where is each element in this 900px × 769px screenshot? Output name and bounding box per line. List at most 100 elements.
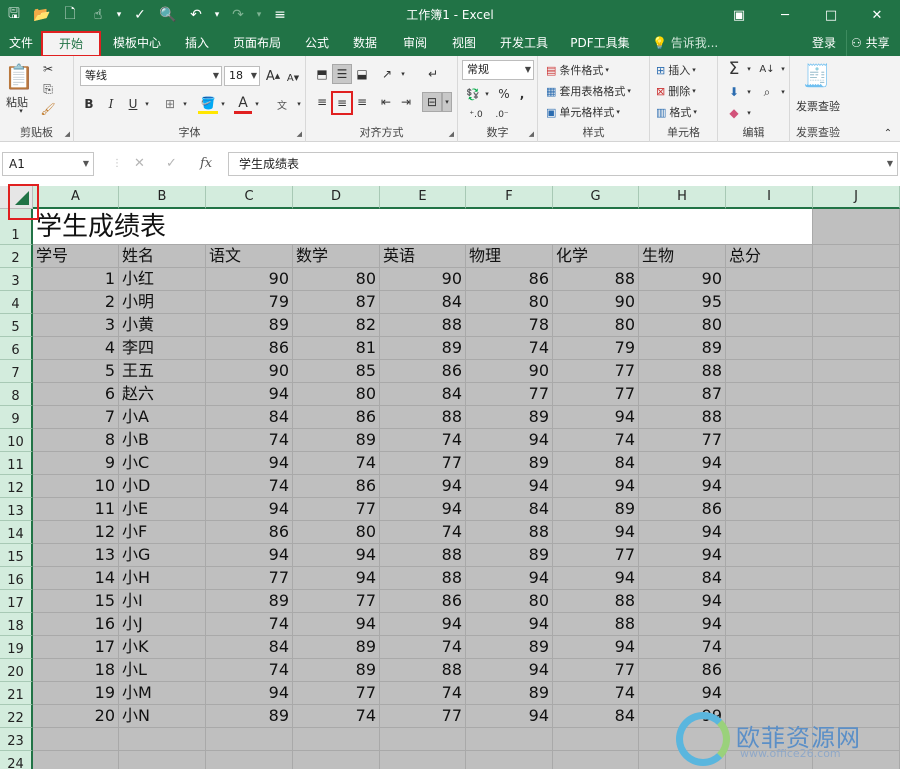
table-cell[interactable]: 94 [639,452,726,475]
cell[interactable] [33,751,119,769]
phonetic-icon[interactable]: 文 [270,94,294,114]
tab-pdf-tools[interactable]: PDF工具集 [566,30,634,56]
cancel-icon[interactable]: ✕ [134,156,145,171]
cell[interactable] [813,452,900,475]
increase-decimal-icon[interactable]: ⁺.0 [464,106,488,124]
table-cell[interactable]: 90 [380,268,466,291]
table-cell[interactable]: 89 [466,452,553,475]
table-cell[interactable]: 77 [206,567,293,590]
font-color-dropdown-icon[interactable]: ▾ [252,94,262,114]
table-cell[interactable]: 77 [553,383,639,406]
table-cell[interactable]: 77 [380,705,466,728]
row-header-19[interactable]: 19 [0,636,33,659]
cell[interactable] [813,314,900,337]
table-cell[interactable]: 王五 [119,360,206,383]
underline-button[interactable]: U [124,94,142,114]
wrap-text-icon[interactable]: ↵ [422,64,444,84]
cell[interactable] [813,613,900,636]
merge-dropdown-icon[interactable]: ▾ [442,92,452,112]
table-cell[interactable]: 88 [639,406,726,429]
table-cell[interactable]: 88 [553,590,639,613]
fill-dropdown-icon[interactable]: ▾ [744,82,754,102]
table-cell[interactable]: 89 [206,590,293,613]
table-cell[interactable]: 88 [553,613,639,636]
sort-filter-icon[interactable]: A↓ [756,58,778,80]
cell[interactable] [813,636,900,659]
number-format-combo[interactable]: 常规 ▼ [462,60,534,80]
table-cell[interactable]: 小J [119,613,206,636]
row-header-6[interactable]: 6 [0,337,33,360]
table-cell[interactable]: 小G [119,544,206,567]
formula-bar-resize-icon[interactable]: ⋮ [112,158,122,169]
table-cell[interactable]: 94 [553,636,639,659]
row-header-23[interactable]: 23 [0,728,33,751]
align-top-icon[interactable]: ⬒ [312,64,332,84]
table-cell[interactable]: 89 [553,498,639,521]
table-cell[interactable]: 小K [119,636,206,659]
orientation-icon[interactable]: ↗ [376,64,398,84]
cell[interactable] [813,498,900,521]
table-cell[interactable]: 小L [119,659,206,682]
tab-template-center[interactable]: 模板中心 [104,30,170,56]
align-middle-icon[interactable]: ☰ [332,64,352,84]
table-cell[interactable]: 小C [119,452,206,475]
cell[interactable] [813,567,900,590]
table-cell[interactable]: 74 [639,636,726,659]
table-cell[interactable]: 84 [639,567,726,590]
table-cell[interactable]: 86 [466,268,553,291]
table-cell[interactable]: 84 [553,452,639,475]
undo-dropdown-icon[interactable]: ▾ [210,0,224,30]
cell[interactable] [726,337,813,360]
table-cell[interactable]: 74 [206,613,293,636]
enter-icon[interactable]: ✓ [166,156,177,171]
clear-dropdown-icon[interactable]: ▾ [744,104,754,122]
insert-function-icon[interactable]: fx [200,156,212,171]
table-cell[interactable]: 84 [380,291,466,314]
row-header-2[interactable]: 2 [0,245,33,268]
table-cell[interactable]: 80 [466,590,553,613]
table-cell[interactable]: 88 [466,521,553,544]
cell[interactable] [380,728,466,751]
table-cell[interactable]: 89 [293,636,380,659]
row-header-10[interactable]: 10 [0,429,33,452]
cell[interactable] [813,383,900,406]
row-header-3[interactable]: 3 [0,268,33,291]
table-cell[interactable]: 7 [33,406,119,429]
table-cell[interactable]: 94 [553,406,639,429]
table-cell[interactable]: 94 [639,613,726,636]
table-cell[interactable]: 小A [119,406,206,429]
table-cell[interactable]: 86 [380,590,466,613]
tab-developer[interactable]: 开发工具 [492,30,556,56]
print-preview-icon[interactable]: 🔍 [154,0,182,30]
cell[interactable] [726,429,813,452]
table-cell[interactable]: 77 [553,360,639,383]
table-cell[interactable]: 88 [553,268,639,291]
select-all-button[interactable] [0,186,33,209]
cell[interactable] [726,728,813,751]
table-cell[interactable]: 89 [466,636,553,659]
table-cell[interactable]: 13 [33,544,119,567]
format-painter-icon[interactable]: 🖌 [38,100,58,118]
cell[interactable] [293,728,380,751]
table-cell[interactable]: 89 [206,314,293,337]
cell[interactable] [119,751,206,769]
paste-dropdown-icon[interactable]: ▾ [16,106,26,116]
table-cell[interactable]: 94 [466,429,553,452]
ribbon-display-options-icon[interactable]: ▣ [716,0,762,30]
table-cell[interactable]: 88 [380,314,466,337]
cell-styles-button[interactable]: ▣ 单元格样式 ▾ [546,102,620,122]
table-cell[interactable]: 86 [380,360,466,383]
table-cell[interactable]: 84 [206,406,293,429]
table-cell[interactable]: 3 [33,314,119,337]
align-center-icon[interactable]: ≡ [331,91,353,115]
cell[interactable] [380,751,466,769]
table-cell[interactable]: 11 [33,498,119,521]
cell[interactable] [726,291,813,314]
table-cell[interactable]: 74 [380,521,466,544]
header-cell[interactable]: 数学 [293,245,380,268]
cell[interactable] [813,682,900,705]
cell[interactable] [813,268,900,291]
autosum-icon[interactable]: Σ [724,58,744,80]
table-cell[interactable]: 86 [639,498,726,521]
save-icon[interactable]: 🖫 [0,0,28,30]
